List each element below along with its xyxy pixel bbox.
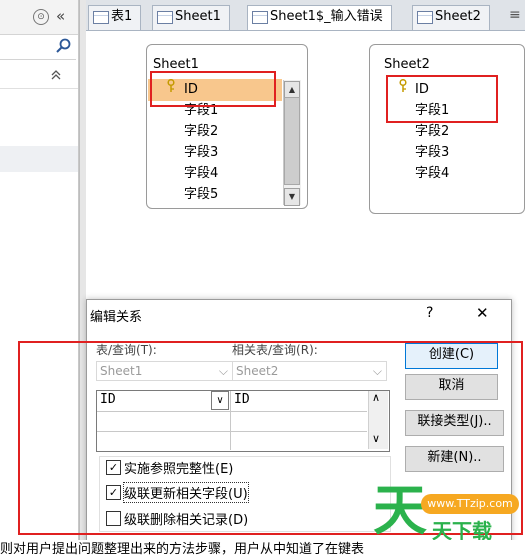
field-item[interactable]: 字段2	[184, 122, 218, 142]
field-list-title: Sheet2	[384, 57, 430, 72]
field-item[interactable]: 字段2	[415, 122, 449, 142]
field-item[interactable]: 字段5	[184, 185, 218, 205]
collapse-pane-icon[interactable]: «	[56, 7, 65, 25]
scrollbar-thumb[interactable]	[284, 97, 300, 185]
navigation-selected-item[interactable]	[0, 146, 78, 172]
caption-text: 则对用户提出问题整理出来的方法步骤，用户从中知道了在键表	[0, 540, 525, 559]
close-icon[interactable]: ✕	[476, 304, 489, 322]
watermark-url: www.TTzip.com	[421, 494, 519, 514]
highlight-box	[150, 71, 276, 107]
field-item[interactable]: 字段4	[415, 164, 449, 184]
table-icon	[93, 11, 109, 24]
table-icon	[252, 11, 268, 24]
field-item[interactable]: 字段3	[415, 143, 449, 163]
tab-sheet1-input-error[interactable]: Sheet1$_输入错误	[247, 5, 392, 30]
field-item[interactable]: 字段4	[184, 164, 218, 184]
dialog-title: 编辑关系	[90, 310, 143, 325]
tab-overflow-icon[interactable]: ≡	[509, 7, 521, 23]
tab-table1[interactable]: 表1	[88, 5, 142, 30]
group-collapse-icon[interactable]	[51, 68, 61, 85]
tab-sheet2[interactable]: Sheet2	[412, 5, 490, 30]
watermark-text: 天下载	[432, 519, 492, 543]
search-icon[interactable]	[56, 38, 72, 58]
scroll-down-icon[interactable]: ▼	[284, 188, 300, 206]
field-list-title: Sheet1	[153, 57, 199, 72]
navigation-group-header[interactable]	[0, 66, 78, 89]
tab-sheet1[interactable]: Sheet1	[152, 5, 230, 30]
navigation-menu-icon[interactable]: ⊙	[33, 9, 49, 25]
table-icon	[417, 11, 433, 24]
help-icon[interactable]: ?	[426, 305, 433, 321]
field-item[interactable]: 字段3	[184, 143, 218, 163]
highlight-box	[386, 75, 498, 123]
table-icon	[157, 11, 173, 24]
